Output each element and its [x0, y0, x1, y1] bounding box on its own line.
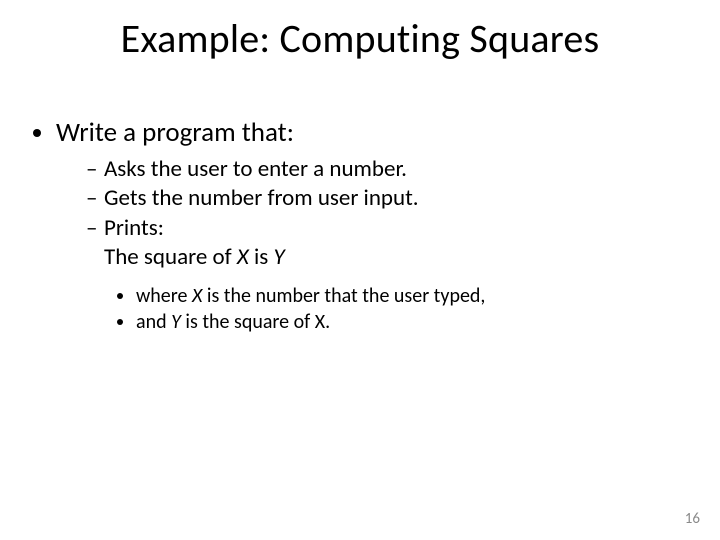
list-item: Asks the user to enter a number.	[86, 155, 680, 184]
list-item: Prints:	[86, 214, 680, 243]
text-fragment: is	[249, 243, 274, 271]
text-fragment: is the square of X.	[181, 310, 330, 334]
bullet-list-level2: Asks the user to enter a number. Gets th…	[56, 155, 680, 243]
text-fragment: where	[136, 284, 192, 308]
l2-continuation: The square of X is Y	[56, 243, 680, 272]
bullet-list-level1: Write a program that: Asks the user to e…	[34, 116, 680, 336]
list-item: Gets the number from user input.	[86, 184, 680, 213]
text-fragment: and	[136, 310, 171, 334]
text-fragment: The square of	[104, 243, 237, 271]
list-item: where X is the number that the user type…	[136, 283, 680, 309]
text-fragment: is the number that the user typed,	[202, 284, 485, 308]
page-number: 16	[685, 510, 700, 528]
slide-title: Example: Computing Squares	[0, 14, 720, 63]
variable-y: Y	[273, 243, 284, 271]
variable-x: X	[192, 284, 202, 308]
slide: Example: Computing Squares Write a progr…	[0, 0, 720, 540]
l1-text: Write a program that:	[56, 116, 294, 149]
variable-y: Y	[171, 310, 181, 334]
slide-content: Write a program that: Asks the user to e…	[34, 116, 680, 340]
list-item: Write a program that: Asks the user to e…	[56, 116, 680, 336]
bullet-list-level3: where X is the number that the user type…	[56, 283, 680, 336]
variable-x: X	[237, 243, 249, 271]
list-item: and Y is the square of X.	[136, 309, 680, 335]
